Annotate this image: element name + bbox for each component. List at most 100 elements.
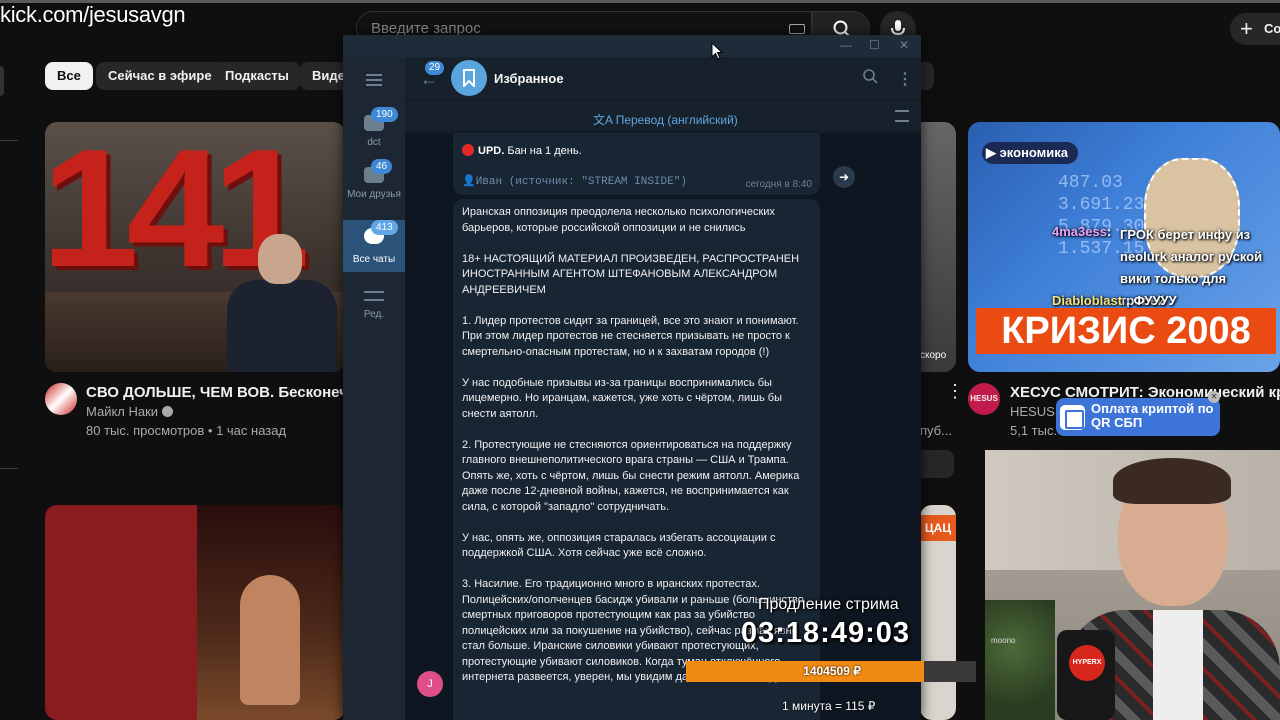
forward-icon[interactable]: ➜ <box>833 166 855 188</box>
message-paragraph: 2. Протестующие не стесняются ориентиров… <box>462 438 800 513</box>
chip-live[interactable]: Сейчас в эфире <box>96 62 224 90</box>
back-unread-count: 29 <box>425 61 445 75</box>
video-thumbnail[interactable]: скоро <box>920 122 956 372</box>
verified-icon <box>162 406 174 417</box>
person-icon: 👤 <box>462 176 476 188</box>
sender-avatar[interactable]: J <box>417 671 443 697</box>
message-paragraph: 1. Лидер протестов сидит за границей, вс… <box>462 314 799 358</box>
chat-title[interactable]: Избранное <box>494 71 564 86</box>
translate-text: Перевод (английский) <box>615 113 738 127</box>
stream-extension-progress: 1404509 ₽ <box>686 661 976 682</box>
stream-extension-rate: 1 минута = 115 ₽ <box>782 699 876 713</box>
source-text: Иван (источник: "STREAM INSIDE") <box>475 176 687 188</box>
unread-count: 190 <box>371 107 398 122</box>
folder-label: Все чаты <box>352 254 396 265</box>
more-options-icon[interactable]: ⋮ <box>946 382 964 400</box>
folder-edit[interactable]: Ред. <box>343 283 405 335</box>
folder-sidebar: 190 dct 46 Мои друзья 413 Все чаты Ред. <box>343 57 405 720</box>
channel-avatar[interactable]: HESUS <box>968 383 1000 415</box>
minimize-icon[interactable]: — <box>840 38 852 52</box>
video-thumbnail[interactable] <box>45 505 345 720</box>
thumbnail-badge: ▶ экономика <box>982 142 1079 164</box>
chip-podcasts[interactable]: Подкасты <box>213 62 301 90</box>
chip-video[interactable]: Видео <box>300 62 344 90</box>
thumbnail-person-head <box>258 234 302 284</box>
progress-amount: 1404509 ₽ <box>803 664 861 678</box>
channel-avatar[interactable] <box>45 383 77 415</box>
translate-settings-icon[interactable] <box>895 110 909 122</box>
message-source: 👤Иван (источник: "STREAM INSIDE") <box>462 174 687 188</box>
thumbnail-person-suit <box>227 280 337 372</box>
menu-icon[interactable] <box>366 74 382 86</box>
close-window-icon[interactable]: ✕ <box>899 38 909 52</box>
video-title[interactable]: СВО ДОЛЬШЕ, ЧЕМ ВОВ. Бесконечный п <box>86 384 344 401</box>
webcam-hair <box>1113 458 1231 504</box>
close-icon[interactable]: ✕ <box>1208 391 1220 403</box>
webcam-plant <box>985 600 1055 720</box>
bookmark-icon <box>463 69 475 87</box>
create-label: Со <box>1264 21 1280 36</box>
crypto-payment-banner[interactable]: Оплата криптой по QR СБП <box>1056 398 1220 436</box>
thumbnail-headline: КРИЗИС 2008 <box>976 308 1276 354</box>
sidebar-edge <box>0 66 4 96</box>
stream-url-overlay: kick.com/jesusavgn <box>0 2 186 27</box>
message-bubble[interactable]: UPD. Бан на 1 день. 👤Иван (источник: "ST… <box>453 133 820 195</box>
thumbnail-figure <box>240 575 300 705</box>
translate-icon: 文A <box>593 113 616 127</box>
sidebar-divider <box>0 468 18 469</box>
chip-partial[interactable] <box>920 62 934 90</box>
chat-message: Diabloblast : ФУУУУ <box>1052 293 1177 308</box>
thumbnail-badge-text: экономика <box>999 145 1069 160</box>
window-titlebar[interactable]: — ☐ ✕ <box>343 35 921 57</box>
search-icon[interactable] <box>863 69 878 89</box>
keyboard-icon[interactable] <box>789 24 805 34</box>
chip-all[interactable]: Все <box>45 62 93 90</box>
message-paragraph: У нас, опять же, оппозиция старалась изб… <box>462 531 776 560</box>
qr-icon <box>1060 405 1085 430</box>
unread-count: 46 <box>371 159 393 174</box>
maximize-icon[interactable]: ☐ <box>869 38 880 52</box>
channel-name-text: Майкл Наки <box>86 404 159 419</box>
message-text: UPD. Бан на 1 день. <box>462 144 582 157</box>
video-meta: пуб... <box>920 423 952 438</box>
thumbnail-corner-text: скоро <box>920 350 947 361</box>
folder-label: dct <box>367 137 381 148</box>
video-thumbnail[interactable]: ЦАЦ <box>920 505 956 720</box>
message-time: сегодня в 8:40 <box>745 179 812 190</box>
plus-icon: + <box>1240 16 1253 41</box>
folder-label: Ред. <box>363 309 385 320</box>
translate-label[interactable]: 文A Перевод (английский) <box>593 111 738 128</box>
webcam-watermark: moono <box>991 636 1016 645</box>
webcam-feed: HYPERX moono <box>985 450 1280 720</box>
folder-friends[interactable]: 46 Мои друзья <box>343 159 405 211</box>
stream-extension-title: Продление стрима <box>758 596 899 613</box>
video-thumbnail[interactable]: 141 <box>45 122 345 372</box>
message-paragraph: У нас подобные призывы из-за границы вос… <box>462 376 782 420</box>
channel-name[interactable]: Майкл Наки <box>86 404 174 419</box>
folder-all-chats[interactable]: 413 Все чаты <box>343 220 405 272</box>
webcam-tshirt <box>1153 610 1203 720</box>
red-circle-icon <box>462 144 474 156</box>
sidebar-divider <box>0 140 18 141</box>
microphone-logo: HYPERX <box>1069 645 1105 681</box>
more-button-partial[interactable] <box>920 450 954 478</box>
mouse-cursor <box>711 41 724 65</box>
video-meta: 5,1 тыс. <box>1010 423 1058 438</box>
chat-header: ← 29 Избранное ⋮ <box>405 57 921 101</box>
more-options-icon[interactable]: ⋮ <box>897 69 913 89</box>
message-body: Бан на 1 день. <box>507 145 582 157</box>
unread-count: 413 <box>371 220 398 235</box>
stream-extension-timer: 03:18:49:03 <box>741 617 910 649</box>
message-paragraph: Иранская оппозиция преодолела несколько … <box>462 206 775 234</box>
message-bold: UPD. <box>478 145 505 157</box>
play-circle-icon: ▶ <box>986 145 1000 160</box>
chat-username: 4ma3ess <box>1052 224 1107 239</box>
video-meta: 80 тыс. просмотров • 1 час назад <box>86 423 287 438</box>
browser-top-strip <box>0 0 1280 3</box>
folder-label: Мои друзья <box>347 189 401 200</box>
translate-bar[interactable]: 文A Перевод (английский) <box>405 102 921 132</box>
create-button[interactable]: + Со <box>1230 13 1280 45</box>
saved-messages-avatar[interactable] <box>451 60 487 96</box>
folder-dct[interactable]: 190 dct <box>343 107 405 159</box>
payment-banner-text: Оплата криптой по QR СБП <box>1091 401 1214 430</box>
